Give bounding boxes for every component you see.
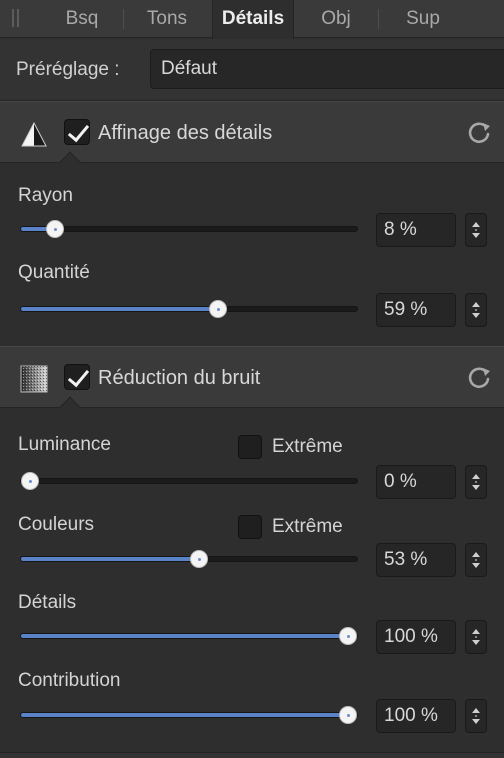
- sharpening-section-header: Affinage des détails: [0, 101, 504, 175]
- section-notch: [58, 151, 82, 175]
- quantite-label: Quantité: [18, 262, 90, 283]
- noise-icon: [20, 365, 48, 393]
- couleurs-value-field[interactable]: 53 %: [376, 543, 456, 577]
- luminance-extreme-checkbox[interactable]: [238, 435, 262, 459]
- rayon-slider[interactable]: [20, 220, 358, 238]
- details-stepper[interactable]: [465, 620, 487, 654]
- details-value-field[interactable]: 100 %: [376, 620, 456, 654]
- quantite-stepper[interactable]: [465, 293, 487, 327]
- contribution-label: Contribution: [18, 670, 121, 691]
- couleurs-label: Couleurs: [18, 514, 95, 535]
- tab-separator: [378, 9, 379, 29]
- tab-separator: [123, 9, 124, 29]
- tab-details[interactable]: Détails: [212, 0, 294, 39]
- luminance-value-field[interactable]: 0 %: [376, 465, 456, 499]
- couleurs-extreme-checkbox[interactable]: [238, 515, 262, 539]
- luminance-label: Luminance: [18, 434, 111, 455]
- couleurs-extreme-label: Extrême: [272, 516, 343, 537]
- rayon-label: Rayon: [18, 185, 73, 206]
- rayon-slider-knob[interactable]: [46, 220, 65, 238]
- luminance-slider-knob[interactable]: [21, 472, 39, 490]
- contribution-value-field[interactable]: 100 %: [376, 699, 456, 733]
- rayon-value-field[interactable]: 8 %: [376, 213, 456, 247]
- rayon-stepper[interactable]: [465, 213, 487, 247]
- noise-title: Réduction du bruit: [98, 367, 261, 389]
- sharpening-enable-checkbox[interactable]: [64, 119, 90, 145]
- reset-icon[interactable]: [466, 120, 492, 146]
- sharpening-title: Affinage des détails: [98, 122, 273, 144]
- section-notch: [58, 396, 82, 420]
- couleurs-stepper[interactable]: [465, 543, 487, 577]
- preset-label: Préréglage :: [16, 59, 120, 80]
- couleurs-slider-knob[interactable]: [189, 550, 208, 568]
- panel-bottom-edge: [0, 752, 504, 758]
- details-label: Détails: [18, 592, 77, 613]
- noise-section-header: Réduction du bruit: [0, 346, 504, 420]
- luminance-slider[interactable]: [20, 472, 358, 490]
- tab-tons[interactable]: Tons: [128, 0, 206, 37]
- quantite-slider[interactable]: [20, 300, 358, 318]
- couleurs-slider[interactable]: [20, 550, 358, 568]
- drag-grip-icon[interactable]: [12, 9, 20, 27]
- tab-bsq[interactable]: Bsq: [46, 0, 118, 37]
- luminance-stepper[interactable]: [465, 465, 487, 499]
- details-slider-knob[interactable]: [339, 627, 357, 645]
- contribution-slider-knob[interactable]: [339, 706, 357, 724]
- tab-obj[interactable]: Obj: [300, 0, 372, 37]
- reset-icon[interactable]: [466, 365, 492, 391]
- luminance-extreme-label: Extrême: [272, 436, 343, 457]
- quantite-slider-knob[interactable]: [208, 300, 227, 318]
- contribution-slider[interactable]: [20, 706, 358, 724]
- preset-row: Préréglage : Défaut: [0, 39, 504, 101]
- quantite-value-field[interactable]: 59 %: [376, 293, 456, 327]
- contribution-stepper[interactable]: [465, 699, 487, 733]
- triangle-icon: [21, 121, 47, 147]
- tab-bar: Bsq Tons Détails Obj Sup: [0, 0, 504, 39]
- noise-enable-checkbox[interactable]: [64, 364, 90, 390]
- details-slider[interactable]: [20, 627, 358, 645]
- tab-sup[interactable]: Sup: [384, 0, 462, 37]
- preset-select[interactable]: Défaut: [150, 49, 504, 89]
